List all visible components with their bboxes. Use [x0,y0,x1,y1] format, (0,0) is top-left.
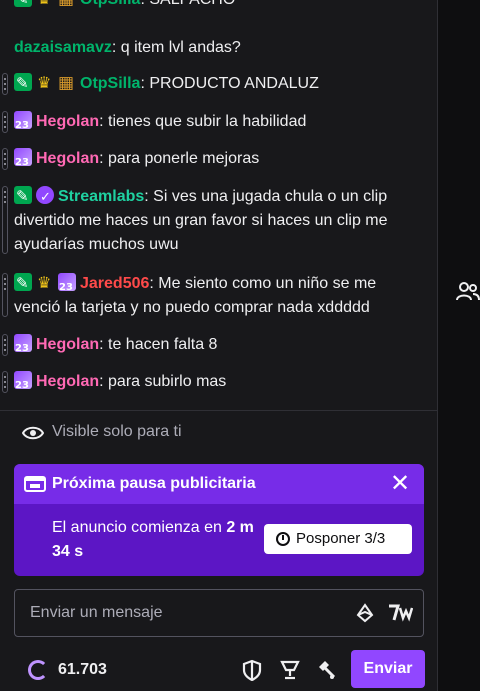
sword-badge-icon [14,184,32,208]
shield-icon[interactable] [241,659,263,682]
anniversary-badge-icon [14,148,32,175]
anniversary-badge-icon [14,371,32,398]
crown-badge-icon [36,71,54,95]
crown-badge-icon [36,0,54,11]
chat-username[interactable]: Streamlabs [58,188,144,205]
message-options-icon[interactable] [2,334,8,356]
chat-username[interactable]: Hegolan [36,113,99,130]
chat-message[interactable]: OtpSilla: SALPACHO [14,0,426,12]
clock-icon [276,532,290,546]
ad-break-title: Próxima pausa publicitaria [52,475,256,492]
close-icon[interactable]: ✕ [388,471,412,496]
chat-message[interactable]: Streamlabs: Si ves una jugada chula o un… [2,184,426,257]
send-button[interactable]: Enviar [351,650,425,688]
message-options-icon[interactable] [2,148,8,170]
chat-text: te hacen falta 8 [108,336,218,353]
sword-badge-icon [14,71,32,95]
right-rail [438,0,480,691]
gift-badge-icon [58,0,76,11]
crown-badge-icon [36,271,54,295]
message-options-icon[interactable] [2,371,8,393]
chat-username[interactable]: OtpSilla [80,75,140,92]
message-options-icon[interactable] [2,186,8,254]
trophy-icon[interactable] [279,659,301,681]
gift-badge-icon [58,71,76,95]
chat-message[interactable]: Hegolan: para ponerle mejoras [2,147,426,175]
chat-input[interactable]: Enviar un mensaje [14,589,424,637]
chat-username[interactable]: dazaisamavz [14,39,112,56]
chat-message[interactable]: OtpSilla: PRODUCTO ANDALUZ [2,71,426,96]
ad-break-countdown: El anuncio comienza en 2 m 34 s [52,519,254,560]
emote-icon[interactable] [387,603,414,623]
chat-username[interactable]: Jared506 [80,275,149,292]
chat-text: SALPACHO [149,0,235,8]
chat-message[interactable]: Hegolan: para subirlo mas [2,370,426,398]
chat-messages: OtpSilla: SALPACHO dazaisamavz: q item l… [0,0,438,410]
chat-username[interactable]: Hegolan [36,373,99,390]
ad-break-card: Próxima pausa publicitaria ✕ El anuncio … [14,464,424,576]
eye-icon [21,423,45,443]
chat-message[interactable]: Hegolan: te hacen falta 8 [2,333,426,361]
bits-icon[interactable] [355,603,375,623]
chat-message[interactable]: Hegolan: tienes que subir la habilidad [2,110,426,138]
chat-text: para subirlo mas [108,373,227,390]
message-options-icon[interactable] [2,73,8,95]
verified-badge-icon [36,186,54,210]
chat-panel: OtpSilla: SALPACHO dazaisamavz: q item l… [0,0,438,691]
chat-text: PRODUCTO ANDALUZ [149,75,319,92]
chat-text: para ponerle mejoras [108,150,260,167]
points-icon [28,660,48,680]
ad-break-header: Próxima pausa publicitaria ✕ [14,464,424,504]
visibility-notice: Visible solo para ti [0,410,438,454]
chat-message[interactable]: dazaisamavz: q item lvl andas? [14,36,426,60]
message-options-icon[interactable] [2,273,8,317]
mod-hammer-icon[interactable] [315,659,337,681]
chat-input-placeholder: Enviar un mensaje [30,604,163,621]
message-options-icon[interactable] [2,111,8,133]
users-icon[interactable] [456,279,480,303]
visibility-label: Visible solo para ti [52,423,182,440]
chat-username[interactable]: Hegolan [36,336,99,353]
anniversary-badge-icon [14,111,32,138]
points-value: 61.703 [58,661,107,678]
ad-icon [24,476,46,492]
anniversary-badge-icon [58,273,76,300]
anniversary-badge-icon [14,334,32,361]
chat-text: q item lvl andas? [120,39,241,56]
sword-badge-icon [14,0,32,11]
chat-message[interactable]: Jared506: Me siento como un niño se me v… [2,271,426,320]
chat-username[interactable]: Hegolan [36,150,99,167]
chat-username[interactable]: OtpSilla [80,0,140,8]
chat-bottom-bar: 61.703 Enviar [0,645,438,691]
chat-text: tienes que subir la habilidad [108,113,307,130]
snooze-ad-button[interactable]: Posponer 3/3 [264,524,412,554]
snooze-label: Posponer 3/3 [296,530,386,547]
sword-badge-icon [14,271,32,295]
